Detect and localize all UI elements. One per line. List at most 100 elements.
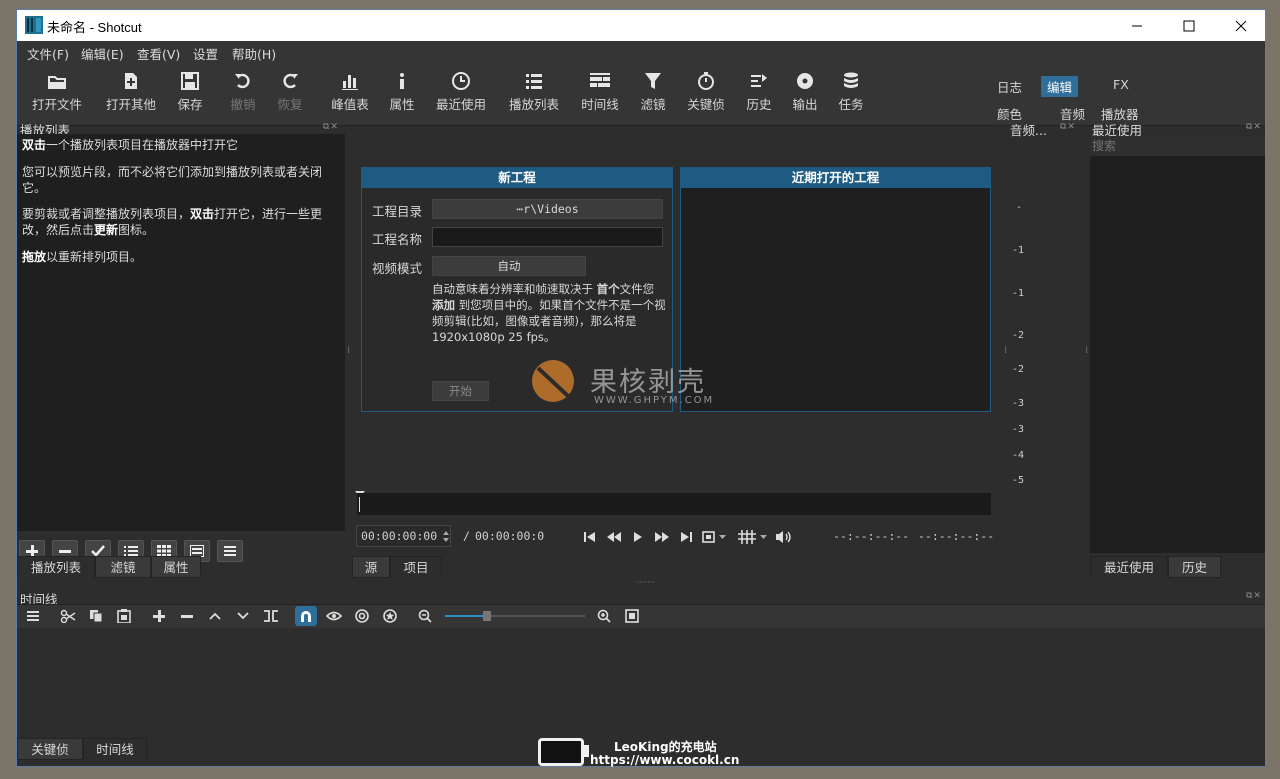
- ripple-delete-button[interactable]: [176, 606, 198, 626]
- hamburger-menu-icon: [224, 546, 236, 556]
- tab-playlist[interactable]: 播放列表: [17, 556, 95, 578]
- redo-icon: [283, 73, 298, 89]
- zoom-in-icon: [597, 609, 611, 623]
- playlist-area[interactable]: 双击一个播放列表项目在播放器中打开它 您可以预览片段，而不必将它们添加到播放列表…: [17, 134, 345, 531]
- clock-icon: [452, 72, 470, 90]
- maximize-button[interactable]: [1163, 10, 1215, 41]
- volume-button[interactable]: [774, 527, 794, 547]
- zoom-fit-icon: [702, 531, 726, 543]
- workspace-logs[interactable]: 日志: [991, 76, 1028, 97]
- audio-meter-title: 音频...: [1010, 123, 1047, 138]
- tab-history[interactable]: 历史: [1168, 556, 1221, 578]
- zoom-in-button[interactable]: [593, 606, 615, 626]
- scrub-toggle-button[interactable]: [323, 606, 345, 626]
- ripple-all-tracks-button[interactable]: [379, 606, 401, 626]
- skip-previous-icon: [584, 532, 595, 542]
- start-button[interactable]: 开始: [432, 381, 489, 401]
- tab-source[interactable]: 源: [352, 556, 390, 578]
- lift-button[interactable]: [204, 606, 226, 626]
- video-mode-label: 视频模式: [372, 261, 423, 276]
- tab-timeline[interactable]: 时间线: [83, 738, 147, 760]
- tab-recent[interactable]: 最近使用: [1090, 556, 1168, 578]
- timeline-icon: [590, 73, 610, 87]
- funnel-icon: [645, 73, 661, 89]
- splitter-handle[interactable]: ·······: [637, 578, 655, 587]
- overwrite-button[interactable]: [232, 606, 254, 626]
- minimize-icon: [1132, 25, 1142, 26]
- brand-logo-icon: [532, 360, 574, 402]
- project-name-input[interactable]: [432, 227, 663, 247]
- watermark-url: WWW.GHPYM.COM: [594, 395, 715, 406]
- recent-search-input[interactable]: [1090, 136, 1265, 155]
- copy-button[interactable]: [85, 606, 107, 626]
- rewind-button[interactable]: [604, 527, 624, 547]
- grid-toggle-button[interactable]: [736, 527, 770, 547]
- redo-button[interactable]: 恢复: [258, 71, 322, 121]
- play-icon: [634, 532, 642, 542]
- timeline-tracks-area[interactable]: [17, 628, 1265, 738]
- db-scale-label: -3: [1012, 398, 1025, 409]
- workspace-audio[interactable]: 音频: [1054, 103, 1091, 124]
- menu-help[interactable]: 帮助(H): [232, 44, 276, 63]
- properties-button[interactable]: 属性: [370, 71, 434, 121]
- split-button[interactable]: [260, 606, 282, 626]
- splitter-handle[interactable]: ⁞: [1085, 345, 1088, 356]
- zoom-fit-timeline-button[interactable]: [621, 606, 643, 626]
- playlist-help-3: 要剪裁或者调整播放列表项目，双击打开它，进行一些更改，然后点击更新图标。: [22, 207, 323, 237]
- scissors-icon: [60, 609, 76, 623]
- position-timecode-input[interactable]: 00:00:00:00: [356, 525, 451, 547]
- ripple-toggle-button[interactable]: [351, 606, 373, 626]
- play-button[interactable]: [628, 527, 648, 547]
- timecode-separator: /: [463, 529, 470, 543]
- fit-icon: [625, 609, 639, 623]
- panel-float-close-icon[interactable]: ⧉✕: [323, 122, 339, 132]
- playlist-menu-button[interactable]: [217, 540, 243, 562]
- file-plus-icon: [125, 73, 137, 89]
- db-scale-label: -2: [1012, 330, 1025, 341]
- cut-button[interactable]: [57, 606, 79, 626]
- skip-previous-button[interactable]: [580, 527, 600, 547]
- menu-edit[interactable]: 编辑(E): [81, 44, 124, 63]
- spin-arrows-icon[interactable]: [442, 529, 450, 544]
- close-button[interactable]: [1215, 10, 1265, 41]
- timeline-menu-button[interactable]: [22, 606, 44, 626]
- splitter-handle[interactable]: ⁞: [347, 345, 350, 356]
- splitter-handle[interactable]: ⁞: [1004, 345, 1007, 356]
- append-button[interactable]: [148, 606, 170, 626]
- menu-settings[interactable]: 设置: [193, 44, 218, 63]
- timeline-zoom-slider[interactable]: [445, 610, 585, 622]
- panel-float-close-icon[interactable]: ⧉✕: [1246, 122, 1262, 132]
- open-other-button[interactable]: 打开其他: [99, 71, 163, 121]
- recent-list[interactable]: [1090, 156, 1265, 553]
- playlist-button[interactable]: 播放列表: [502, 71, 566, 121]
- paste-button[interactable]: [113, 606, 135, 626]
- project-dir-button[interactable]: ⋯r\Videos: [432, 199, 663, 219]
- zoom-out-icon: [418, 609, 432, 623]
- list-icon: [526, 74, 542, 89]
- zoom-out-button[interactable]: [414, 606, 436, 626]
- db-scale-label: -1: [1012, 245, 1025, 256]
- video-mode-select[interactable]: 自动: [432, 256, 586, 276]
- tab-filters[interactable]: 滤镜: [95, 556, 151, 578]
- menu-file[interactable]: 文件(F): [27, 44, 69, 63]
- open-file-button[interactable]: 打开文件: [25, 71, 89, 121]
- project-dir-label: 工程目录: [372, 204, 423, 219]
- jobs-button[interactable]: 任务: [819, 71, 883, 121]
- fast-forward-button[interactable]: [652, 527, 672, 547]
- panel-float-close-icon[interactable]: ⧉✕: [1246, 591, 1262, 601]
- workspace-editing[interactable]: 编辑: [1041, 76, 1079, 97]
- tab-project[interactable]: 项目: [390, 556, 442, 578]
- workspace-fx[interactable]: FX: [1107, 76, 1135, 93]
- snap-toggle-button[interactable]: [295, 606, 317, 626]
- tab-keyframes[interactable]: 关键侦: [17, 738, 83, 760]
- menu-view[interactable]: 查看(V): [137, 44, 180, 63]
- minimize-button[interactable]: [1111, 10, 1163, 41]
- scrub-bar[interactable]: [357, 493, 991, 515]
- close-icon: [1235, 20, 1247, 31]
- skip-next-icon: [681, 532, 692, 542]
- zoom-fit-button[interactable]: [700, 527, 730, 547]
- panel-float-close-icon[interactable]: ⧉✕: [1060, 122, 1076, 132]
- tab-properties[interactable]: 属性: [151, 556, 201, 578]
- skip-next-button[interactable]: [676, 527, 696, 547]
- recent-button[interactable]: 最近使用: [429, 71, 493, 121]
